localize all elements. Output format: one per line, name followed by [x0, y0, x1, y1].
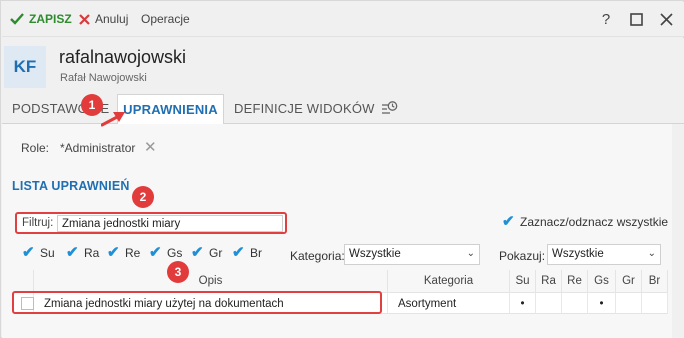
column-filter-gr[interactable]: ✔ Gr — [191, 244, 223, 261]
column-filter-label: Gs — [167, 246, 183, 260]
filter-label: Filtruj: — [22, 217, 54, 229]
filter-field: Filtruj: — [15, 212, 287, 234]
column-filter-label: Gr — [209, 246, 223, 260]
arrow-icon — [101, 112, 125, 127]
history-icon — [382, 101, 398, 114]
chevron-down-icon: ⌄ — [647, 248, 656, 259]
help-icon: ? — [601, 10, 611, 28]
filter-input[interactable] — [57, 215, 283, 232]
checkmark-icon: ✔ — [502, 213, 515, 230]
table-header-description[interactable]: Opis — [34, 270, 388, 292]
table-header-category[interactable]: Kategoria — [388, 270, 510, 292]
table-cell-br[interactable] — [642, 292, 668, 314]
column-filter-re[interactable]: ✔ Re — [107, 244, 141, 261]
maximize-button[interactable] — [628, 11, 644, 27]
column-filter-gs[interactable]: ✔ Gs — [149, 244, 183, 261]
callout-badge-1: 1 — [81, 94, 103, 116]
show-select[interactable]: Wszystkie ⌄ — [547, 244, 661, 265]
table-header-gr[interactable]: Gr — [616, 270, 642, 292]
checkmark-icon: ✔ — [107, 244, 120, 261]
avatar: KF — [4, 46, 46, 88]
select-all-label: Zaznacz/odznacz wszystkie — [520, 215, 669, 229]
app-window: ZAPISZ Anuluj Operacje ? KF rafalnawojow… — [0, 0, 684, 338]
column-filter-ra[interactable]: ✔ Ra — [66, 244, 100, 261]
tab-view-definitions[interactable]: DEFINICJE WIDOKÓW — [234, 94, 375, 124]
checkmark-icon: ✔ — [66, 244, 79, 261]
cancel-button[interactable]: Anuluj — [79, 12, 128, 26]
row-highlight — [12, 291, 382, 314]
category-label: Kategoria: — [290, 249, 345, 263]
user-header: KF rafalnawojowski Rafał Nawojowski — [2, 38, 684, 94]
column-filter-label: Ra — [84, 246, 100, 260]
checkmark-icon: ✔ — [149, 244, 162, 261]
checkmark-icon: ✔ — [191, 244, 204, 261]
table-cell-gs[interactable]: • — [588, 292, 616, 314]
show-label: Pokazuj: — [499, 249, 546, 263]
table-cell-ra[interactable] — [536, 292, 562, 314]
table-cell-su[interactable]: • — [510, 292, 536, 314]
user-full-name: Rafał Nawojowski — [60, 72, 147, 84]
show-value: Wszystkie — [552, 248, 604, 260]
table-header-su[interactable]: Su — [510, 270, 536, 292]
table-cell-re[interactable] — [562, 292, 588, 314]
tab-permissions[interactable]: UPRAWNIENIA — [117, 94, 224, 125]
column-filter-label: Re — [125, 246, 141, 260]
column-filter-label: Br — [250, 246, 262, 260]
operations-label: Operacje — [141, 12, 190, 26]
table-header-ra[interactable]: Ra — [536, 270, 562, 292]
title-bar: ZAPISZ Anuluj Operacje ? — [2, 2, 684, 37]
table-header-br[interactable]: Br — [642, 270, 668, 292]
roles-label: Role: — [21, 141, 50, 155]
user-login: rafalnawojowski — [59, 47, 187, 67]
section-title: LISTA UPRAWNIEŃ — [12, 179, 130, 193]
column-filter-br[interactable]: ✔ Br — [232, 244, 262, 261]
table-header-select — [14, 270, 34, 292]
cancel-label: Anuluj — [95, 12, 129, 26]
tab-history[interactable] — [379, 99, 399, 119]
save-button[interactable]: ZAPISZ — [10, 12, 72, 26]
category-select[interactable]: Wszystkie ⌄ — [344, 244, 480, 265]
chevron-down-icon: ⌄ — [466, 248, 475, 259]
column-filter-su[interactable]: ✔ Su — [22, 244, 55, 261]
cross-icon — [79, 13, 90, 25]
scrollbar[interactable] — [672, 124, 684, 338]
table-header-re[interactable]: Re — [562, 270, 588, 292]
checkmark-icon: ✔ — [22, 244, 35, 261]
checkmark-icon — [10, 13, 24, 25]
maximize-icon — [629, 12, 643, 26]
select-all-checkbox[interactable]: ✔ Zaznacz/odznacz wszystkie — [502, 213, 669, 230]
close-icon — [659, 12, 673, 26]
save-label: ZAPISZ — [29, 12, 72, 26]
table-header-gs[interactable]: Gs — [588, 270, 616, 292]
callout-badge-3: 3 — [167, 261, 189, 283]
checkmark-icon: ✔ — [232, 244, 245, 261]
remove-role-icon[interactable]: ✕ — [144, 138, 157, 156]
help-button[interactable]: ? — [598, 10, 614, 28]
operations-menu[interactable]: Operacje — [141, 12, 190, 26]
role-chip: *Administrator — [60, 141, 136, 155]
column-filter-label: Su — [40, 246, 55, 260]
table-cell-category: Asortyment — [388, 292, 510, 314]
category-value: Wszystkie — [349, 248, 401, 260]
close-button[interactable] — [658, 11, 674, 27]
callout-badge-2: 2 — [132, 186, 154, 208]
table-cell-gr[interactable] — [616, 292, 642, 314]
